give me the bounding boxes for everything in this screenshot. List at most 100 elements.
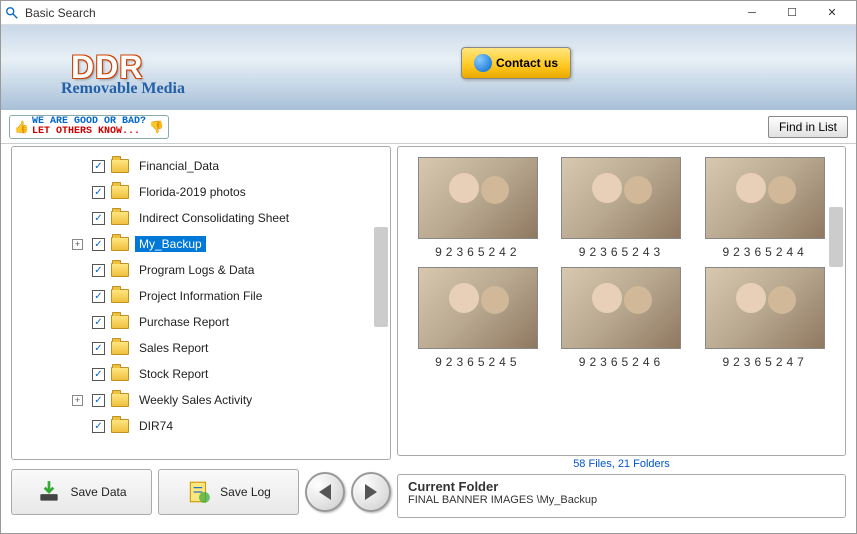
- thumbs-up-icon: 👍: [14, 120, 29, 134]
- thumb-scrollbar[interactable]: [829, 207, 843, 267]
- tree-item-stock-report[interactable]: Stock Report: [14, 361, 388, 387]
- current-folder-path: FINAL BANNER IMAGES \My_Backup: [408, 494, 835, 506]
- feedback-line1: WE ARE GOOD OR BAD?: [32, 117, 146, 127]
- tree-label: Sales Report: [135, 340, 212, 356]
- checkbox[interactable]: [92, 160, 105, 173]
- folder-icon: [111, 211, 129, 225]
- folder-tree: Financial_Data Florida-2019 photos Indirec…: [11, 146, 391, 460]
- tree-item-program-logs-data[interactable]: Program Logs & Data: [14, 257, 388, 283]
- close-button[interactable]: ✕: [812, 2, 852, 24]
- find-in-list-button[interactable]: Find in List: [768, 116, 848, 138]
- folder-icon: [111, 237, 129, 251]
- save-data-button[interactable]: Save Data: [11, 469, 152, 515]
- folder-icon: [111, 393, 129, 407]
- thumb-image: [705, 157, 825, 239]
- tree-item-my-backup[interactable]: + My_Backup: [14, 231, 388, 257]
- action-buttons: Save Data Save Log: [11, 460, 391, 518]
- tree-item-sales-report[interactable]: Sales Report: [14, 335, 388, 361]
- tree-label: DIR74: [135, 418, 177, 434]
- thumbnail-92365247[interactable]: 92365247: [701, 267, 829, 369]
- thumbnail-92365244[interactable]: 92365244: [701, 157, 829, 259]
- feedback-line2: LET OTHERS KNOW...: [32, 127, 146, 137]
- avatar-icon: [474, 54, 492, 72]
- thumb-image: [561, 267, 681, 349]
- arrow-left-icon: [319, 484, 331, 500]
- thumb-label: 92365247: [722, 355, 807, 369]
- checkbox[interactable]: [92, 238, 105, 251]
- tree-label: My_Backup: [135, 236, 206, 252]
- folder-icon: [111, 419, 129, 433]
- save-data-label: Save Data: [70, 485, 126, 499]
- checkbox[interactable]: [92, 420, 105, 433]
- tree-label: Purchase Report: [135, 314, 233, 330]
- save-data-icon: [36, 479, 62, 505]
- thumbs-down-icon: 👎: [149, 120, 164, 134]
- expand-icon[interactable]: +: [72, 239, 83, 250]
- current-folder-panel: Current Folder FINAL BANNER IMAGES \My_B…: [397, 474, 846, 518]
- thumb-label: 92365244: [722, 245, 807, 259]
- save-log-label: Save Log: [220, 485, 271, 499]
- thumb-label: 92365245: [435, 355, 520, 369]
- folder-icon: [111, 185, 129, 199]
- maximize-button[interactable]: ☐: [772, 2, 812, 24]
- folder-icon: [111, 289, 129, 303]
- thumb-image: [418, 157, 538, 239]
- current-folder-title: Current Folder: [408, 479, 835, 494]
- thumbnail-92365246[interactable]: 92365246: [558, 267, 686, 369]
- tree-item-dir74[interactable]: DIR74: [14, 413, 388, 439]
- thumbnail-92365242[interactable]: 92365242: [414, 157, 542, 259]
- checkbox[interactable]: [92, 212, 105, 225]
- checkbox[interactable]: [92, 264, 105, 277]
- thumb-image: [561, 157, 681, 239]
- thumb-image: [705, 267, 825, 349]
- thumbnail-panel: 92365242 92365243 92365244 92365245 92365246…: [397, 146, 846, 456]
- save-log-button[interactable]: Save Log: [158, 469, 299, 515]
- checkbox[interactable]: [92, 316, 105, 329]
- feedback-badge[interactable]: 👍 WE ARE GOOD OR BAD? LET OTHERS KNOW...…: [9, 115, 169, 139]
- tree-label: Program Logs & Data: [135, 262, 258, 278]
- thumb-label: 92365246: [579, 355, 664, 369]
- tree-item-project-information-file[interactable]: Project Information File: [14, 283, 388, 309]
- tree-label: Project Information File: [135, 288, 266, 304]
- tree-scrollbar[interactable]: [374, 227, 388, 327]
- status-summary: 58 Files, 21 Folders: [397, 456, 846, 474]
- arrow-right-icon: [365, 484, 377, 500]
- thumb-label: 92365242: [435, 245, 520, 259]
- tree-item-financial-data[interactable]: Financial_Data: [14, 153, 388, 179]
- checkbox[interactable]: [92, 290, 105, 303]
- thumbnail-92365245[interactable]: 92365245: [414, 267, 542, 369]
- folder-icon: [111, 367, 129, 381]
- tree-label: Financial_Data: [135, 158, 223, 174]
- minimize-button[interactable]: ─: [732, 2, 772, 24]
- contact-label: Contact us: [496, 56, 558, 70]
- toolbar: 👍 WE ARE GOOD OR BAD? LET OTHERS KNOW...…: [1, 110, 856, 144]
- left-pane: Financial_Data Florida-2019 photos Indirec…: [11, 146, 391, 518]
- checkbox[interactable]: [92, 394, 105, 407]
- brand-subtitle: Removable Media: [61, 80, 185, 98]
- title-bar: Basic Search ─ ☐ ✕: [1, 1, 856, 25]
- save-log-icon: [186, 479, 212, 505]
- tree-item-weekly-sales-activity[interactable]: + Weekly Sales Activity: [14, 387, 388, 413]
- folder-icon: [111, 159, 129, 173]
- banner: DDR Removable Media Contact us: [1, 25, 856, 110]
- tree-label: Stock Report: [135, 366, 212, 382]
- prev-button[interactable]: [305, 472, 345, 512]
- expand-icon[interactable]: +: [72, 395, 83, 406]
- tree-label: Indirect Consolidating Sheet: [135, 210, 293, 226]
- tree-item-purchase-report[interactable]: Purchase Report: [14, 309, 388, 335]
- tree-item-florida-2019-photos[interactable]: Florida-2019 photos: [14, 179, 388, 205]
- thumb-image: [418, 267, 538, 349]
- checkbox[interactable]: [92, 186, 105, 199]
- tree-item-indirect-consolidating-sheet[interactable]: Indirect Consolidating Sheet: [14, 205, 388, 231]
- checkbox[interactable]: [92, 342, 105, 355]
- folder-icon: [111, 263, 129, 277]
- thumb-label: 92365243: [579, 245, 664, 259]
- right-pane: 92365242 92365243 92365244 92365245 92365246…: [397, 146, 846, 518]
- contact-us-button[interactable]: Contact us: [461, 47, 571, 79]
- thumbnail-92365243[interactable]: 92365243: [558, 157, 686, 259]
- next-button[interactable]: [351, 472, 391, 512]
- checkbox[interactable]: [92, 368, 105, 381]
- tree-label: Weekly Sales Activity: [135, 392, 256, 408]
- window-title: Basic Search: [25, 6, 732, 20]
- app-icon: [5, 6, 19, 20]
